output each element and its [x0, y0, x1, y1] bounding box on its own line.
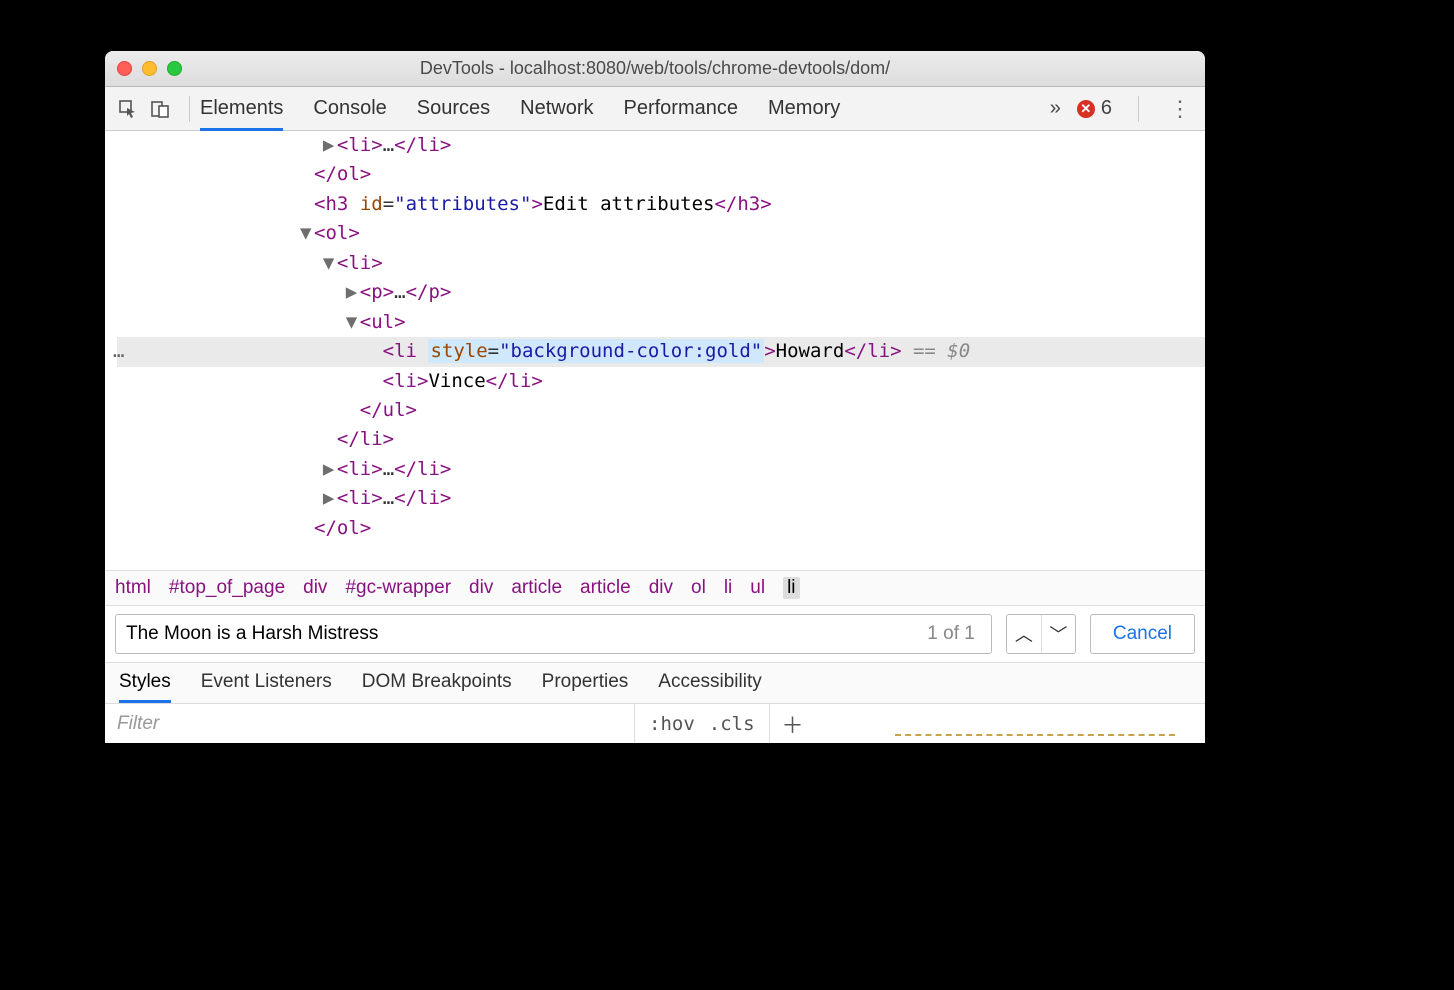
- traffic-lights: [117, 61, 182, 76]
- subtab-event-listeners[interactable]: Event Listeners: [201, 671, 332, 697]
- settings-menu-icon[interactable]: ⋮: [1165, 96, 1195, 122]
- dashed-border-decor: [895, 734, 1175, 740]
- dom-tree-line[interactable]: </li>: [117, 425, 1205, 454]
- styles-subtabs: Styles Event Listeners DOM Breakpoints P…: [105, 662, 1205, 703]
- dom-tree-line[interactable]: <li style="background-color:gold">Howard…: [117, 337, 1205, 366]
- dom-tree-line[interactable]: </ol>: [117, 160, 1205, 189]
- tab-memory[interactable]: Memory: [768, 87, 840, 130]
- breadcrumb-item[interactable]: div: [303, 577, 327, 599]
- error-count-badge[interactable]: ✕ 6: [1077, 97, 1112, 120]
- styles-toggles: :hov .cls: [635, 704, 770, 743]
- search-prev-button[interactable]: ︿: [1007, 615, 1041, 653]
- dom-tree-line[interactable]: ▶<li>…</li>: [117, 131, 1205, 160]
- device-toolbar-icon[interactable]: [147, 96, 173, 122]
- tab-performance[interactable]: Performance: [624, 87, 739, 130]
- breadcrumb-item[interactable]: li: [724, 577, 732, 599]
- new-style-rule-button[interactable]: ＋: [770, 708, 816, 740]
- dom-tree-line[interactable]: ▶<li>…</li>: [117, 484, 1205, 513]
- tab-sources[interactable]: Sources: [417, 87, 490, 130]
- search-input[interactable]: [126, 623, 927, 645]
- dom-breadcrumb: html #top_of_page div #gc-wrapper div article…: [105, 570, 1205, 605]
- cls-toggle[interactable]: .cls: [709, 713, 755, 735]
- window-titlebar: DevTools - localhost:8080/web/tools/chro…: [105, 51, 1205, 87]
- more-tabs-icon[interactable]: »: [1050, 97, 1061, 120]
- subtab-styles[interactable]: Styles: [119, 671, 171, 697]
- search-nav-buttons: ︿ ﹀: [1006, 614, 1076, 654]
- breadcrumb-item[interactable]: div: [649, 577, 673, 599]
- dom-tree-line[interactable]: ▼<ol>: [117, 219, 1205, 248]
- breadcrumb-item[interactable]: article: [511, 577, 562, 599]
- main-tabs: Elements Console Sources Network Perform…: [200, 87, 1050, 130]
- tab-elements[interactable]: Elements: [200, 87, 283, 130]
- dom-tree-line[interactable]: ▶<li>…</li>: [117, 455, 1205, 484]
- dom-tree-line[interactable]: </ul>: [117, 396, 1205, 425]
- devtools-window: DevTools - localhost:8080/web/tools/chro…: [105, 51, 1205, 743]
- breadcrumb-item[interactable]: ul: [750, 577, 765, 599]
- breadcrumb-item[interactable]: ol: [691, 577, 706, 599]
- breadcrumb-item[interactable]: html: [115, 577, 151, 599]
- subtab-dom-breakpoints[interactable]: DOM Breakpoints: [362, 671, 512, 697]
- search-bar: 1 of 1 ︿ ﹀ Cancel: [105, 605, 1205, 662]
- devtools-toolbar: Elements Console Sources Network Perform…: [105, 87, 1205, 131]
- toolbar-separator: [1138, 96, 1139, 122]
- dom-tree-panel[interactable]: ▶<li>…</li> </ol> <h3 id="attributes">Ed…: [105, 131, 1205, 570]
- dom-tree-line[interactable]: ▼<ul>: [117, 308, 1205, 337]
- zoom-window-button[interactable]: [167, 61, 182, 76]
- styles-filter-row: Filter :hov .cls ＋: [105, 703, 1205, 743]
- dom-tree-line[interactable]: <li>Vince</li>: [117, 367, 1205, 396]
- tab-network[interactable]: Network: [520, 87, 593, 130]
- breadcrumb-item[interactable]: #top_of_page: [169, 577, 285, 599]
- subtab-accessibility[interactable]: Accessibility: [658, 671, 761, 697]
- tab-console[interactable]: Console: [313, 87, 386, 130]
- inspect-element-icon[interactable]: [115, 96, 141, 122]
- search-next-button[interactable]: ﹀: [1041, 615, 1075, 653]
- search-count: 1 of 1: [927, 623, 975, 645]
- dom-tree-line[interactable]: ▼<li>: [117, 249, 1205, 278]
- window-title: DevTools - localhost:8080/web/tools/chro…: [105, 58, 1205, 79]
- styles-filter-input[interactable]: Filter: [105, 704, 635, 743]
- close-window-button[interactable]: [117, 61, 132, 76]
- breadcrumb-item[interactable]: li: [783, 577, 799, 599]
- error-icon: ✕: [1077, 100, 1095, 118]
- breadcrumb-item[interactable]: #gc-wrapper: [345, 577, 451, 599]
- subtab-properties[interactable]: Properties: [542, 671, 629, 697]
- minimize-window-button[interactable]: [142, 61, 157, 76]
- breadcrumb-item[interactable]: div: [469, 577, 493, 599]
- hov-toggle[interactable]: :hov: [649, 713, 695, 735]
- search-box: 1 of 1: [115, 614, 992, 654]
- toolbar-right: » ✕ 6 ⋮: [1050, 96, 1195, 122]
- dom-tree-line[interactable]: <h3 id="attributes">Edit attributes</h3>: [117, 190, 1205, 219]
- dom-tree-line[interactable]: </ol>: [117, 514, 1205, 543]
- error-count: 6: [1101, 97, 1112, 120]
- search-cancel-button[interactable]: Cancel: [1090, 614, 1195, 654]
- toolbar-separator: [189, 96, 190, 122]
- breadcrumb-item[interactable]: article: [580, 577, 631, 599]
- dom-tree-line[interactable]: ▶<p>…</p>: [117, 278, 1205, 307]
